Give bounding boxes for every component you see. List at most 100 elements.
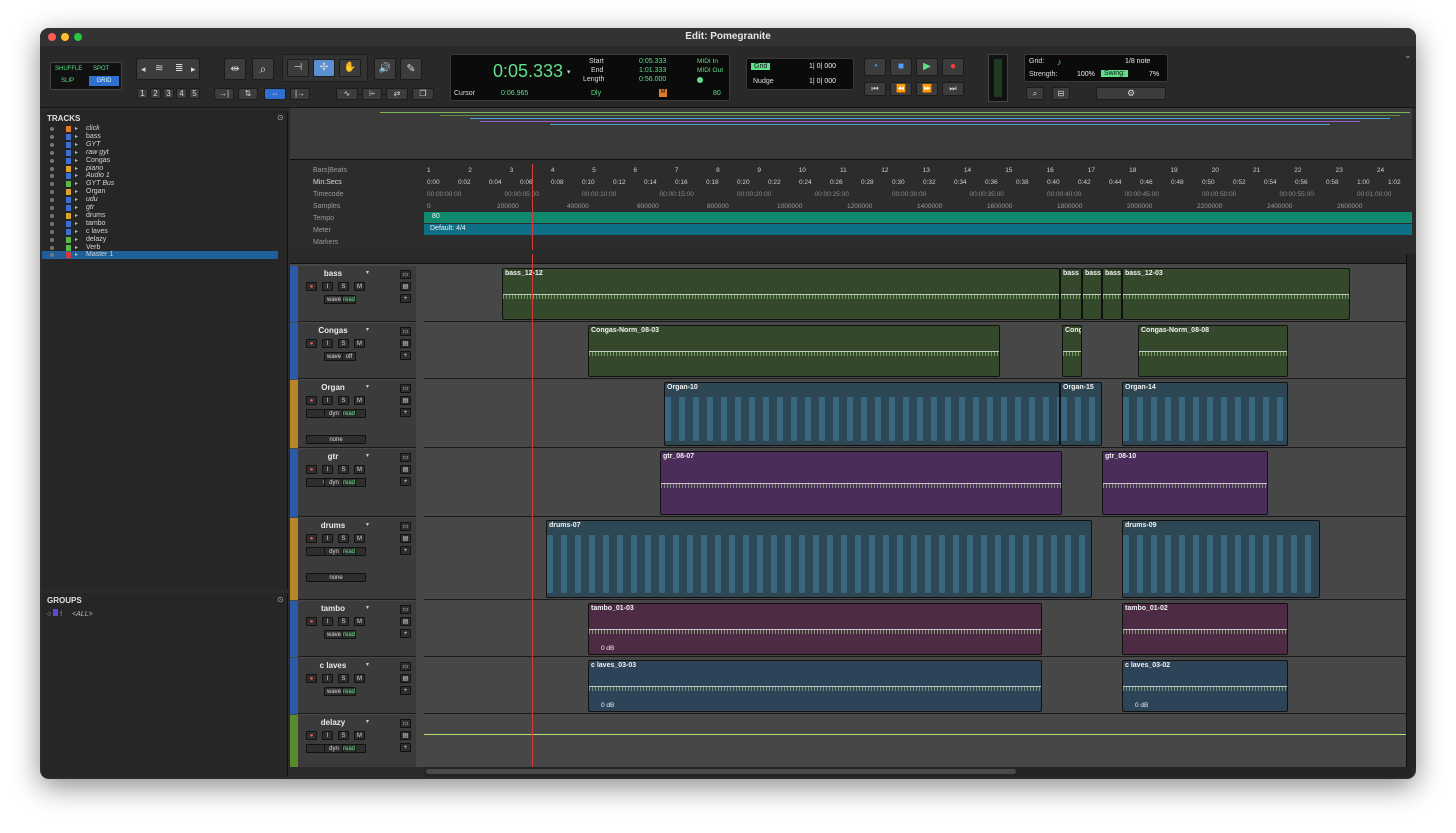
- keyboard-focus-button[interactable]: ∿: [336, 88, 358, 100]
- input-monitor-button[interactable]: I: [322, 339, 333, 348]
- visibility-dot-icon[interactable]: [50, 127, 54, 131]
- track-options-chevron-icon[interactable]: ▾: [366, 718, 369, 725]
- clip[interactable]: tambo_01-02: [1122, 603, 1288, 655]
- clip[interactable]: bass: [1060, 268, 1082, 320]
- tracks-list-item[interactable]: ▸ GYT Bus: [42, 180, 278, 188]
- track-name[interactable]: gtr: [308, 452, 358, 461]
- clip[interactable]: tambo_01-03 0 dB: [588, 603, 1042, 655]
- visibility-dot-icon[interactable]: [50, 158, 54, 163]
- groups-panel-menu-icon[interactable]: ⊙: [277, 595, 284, 604]
- search-button[interactable]: ⌕: [1026, 87, 1044, 100]
- clip[interactable]: Organ-15: [1060, 382, 1102, 446]
- main-counter[interactable]: 0:05.333: [493, 61, 563, 82]
- tempo-value[interactable]: 80: [713, 90, 721, 97]
- track-read-button[interactable]: read: [342, 687, 356, 696]
- loop-button[interactable]: ◔: [864, 58, 886, 76]
- tracks-list-item[interactable]: ▸ bass: [42, 133, 278, 141]
- grid-label[interactable]: Grid: [751, 63, 771, 70]
- horizontal-scroll-thumb[interactable]: [426, 769, 1016, 774]
- rewind-button[interactable]: ⏪: [890, 82, 912, 96]
- track-name[interactable]: delazy: [308, 718, 358, 727]
- zoom-preset-3[interactable]: 3: [163, 88, 174, 99]
- quantize-button[interactable]: ⊟: [1052, 87, 1070, 100]
- clip[interactable]: bass: [1102, 268, 1122, 320]
- record-enable-button[interactable]: ●: [306, 465, 317, 474]
- visibility-dot-icon[interactable]: [50, 213, 54, 218]
- input-monitor-button[interactable]: I: [322, 465, 333, 474]
- track-read-button[interactable]: read: [342, 478, 356, 487]
- visibility-dot-icon[interactable]: [50, 221, 54, 226]
- window-config-button[interactable]: ❐: [412, 88, 434, 100]
- track-options-chevron-icon[interactable]: ▾: [366, 326, 369, 333]
- zoom-button[interactable]: [74, 33, 82, 41]
- zoom-controls[interactable]: ◂ ≋ ≣ ▸: [136, 58, 200, 80]
- scrubber-tool[interactable]: 🔊: [374, 58, 396, 80]
- track-lane[interactable]: c laves_03-03 0 dB c laves_03-02 0 dB: [424, 658, 1412, 714]
- track-view-toggle[interactable]: ▭: [400, 270, 411, 279]
- tracks-list-item[interactable]: ▸ piano: [42, 165, 278, 173]
- counter-format-chevron-icon[interactable]: ▾: [567, 68, 571, 76]
- track-read-button[interactable]: read: [342, 295, 356, 304]
- tracks-list-item[interactable]: ▸ drums: [42, 212, 278, 220]
- mute-button[interactable]: M: [354, 339, 365, 348]
- zoom-in-icon[interactable]: ▸: [191, 64, 196, 75]
- mute-button[interactable]: M: [354, 674, 365, 683]
- link-timeline-button[interactable]: ⇔: [264, 88, 286, 100]
- clip[interactable]: Cong: [1062, 325, 1082, 377]
- nudge-value[interactable]: 1| 0| 000: [809, 78, 836, 85]
- clip[interactable]: c laves_03-03 0 dB: [588, 660, 1042, 712]
- visibility-dot-icon[interactable]: [50, 237, 54, 242]
- zoomer-tool[interactable]: ⇹: [224, 58, 246, 80]
- solo-button[interactable]: S: [338, 534, 349, 543]
- tracks-list-item[interactable]: ▸ Organ: [42, 188, 278, 196]
- tracks-list-item[interactable]: ▸ raw gyt: [42, 149, 278, 157]
- input-monitor-button[interactable]: I: [322, 731, 333, 740]
- clip[interactable]: Organ-10: [664, 382, 1060, 446]
- solo-button[interactable]: S: [338, 339, 349, 348]
- track-playlist-button[interactable]: ▤: [400, 465, 411, 474]
- add-lane-button[interactable]: +: [400, 629, 411, 638]
- clip[interactable]: Organ-14: [1122, 382, 1288, 446]
- tracks-list-item[interactable]: ▸ tambo: [42, 220, 278, 228]
- visibility-dot-icon[interactable]: [50, 206, 54, 210]
- zoom-preset-4[interactable]: 4: [176, 88, 187, 99]
- visibility-dot-icon[interactable]: [50, 134, 54, 139]
- track-playlist-button[interactable]: ▤: [400, 339, 411, 348]
- clip-gain[interactable]: 0 dB: [601, 702, 614, 709]
- track-name[interactable]: bass: [308, 269, 358, 278]
- track-name[interactable]: drums: [308, 521, 358, 530]
- tracks-list-item[interactable]: ▸ Congas: [42, 157, 278, 165]
- solo-button[interactable]: S: [338, 674, 349, 683]
- track-options-chevron-icon[interactable]: ▾: [366, 604, 369, 611]
- add-lane-button[interactable]: +: [400, 686, 411, 695]
- selector-tool[interactable]: ✣: [313, 59, 335, 77]
- shuffle-button[interactable]: SHUFFLE: [55, 66, 82, 72]
- track-playlist-button[interactable]: ▤: [400, 282, 411, 291]
- track-playlist-button[interactable]: ▤: [400, 674, 411, 683]
- waveform-zoom-icon[interactable]: ≋: [155, 63, 163, 74]
- spot-button[interactable]: SPOT: [93, 66, 109, 72]
- add-lane-button[interactable]: +: [400, 743, 411, 752]
- midi-in-indicator[interactable]: MIDI In: [697, 58, 718, 65]
- add-lane-button[interactable]: +: [400, 351, 411, 360]
- input-monitor-button[interactable]: I: [322, 534, 333, 543]
- track-options-chevron-icon[interactable]: ▾: [366, 383, 369, 390]
- track-read-button[interactable]: read: [342, 409, 356, 418]
- go-to-end-button[interactable]: ⏭: [942, 82, 964, 96]
- tracks-panel-menu-icon[interactable]: ⊙: [277, 113, 284, 122]
- track-read-button[interactable]: read: [342, 744, 356, 753]
- track-wave-button[interactable]: wave: [324, 630, 344, 639]
- track-wave-button[interactable]: wave: [324, 687, 344, 696]
- mute-button[interactable]: M: [354, 731, 365, 740]
- input-monitor-button[interactable]: I: [322, 674, 333, 683]
- ruler-label-samples[interactable]: Samples: [313, 203, 340, 210]
- conductor-icon[interactable]: M: [659, 89, 667, 97]
- clip[interactable]: bass_12-03: [1122, 268, 1350, 320]
- add-lane-button[interactable]: +: [400, 477, 411, 486]
- tracks-list-item[interactable]: ▸ delazy: [42, 236, 278, 244]
- visibility-dot-icon[interactable]: [50, 174, 54, 179]
- universe-overview[interactable]: [290, 108, 1412, 160]
- length-value[interactable]: 0:56.000: [639, 76, 666, 83]
- clip[interactable]: Congas-Norm_08-03: [588, 325, 1000, 377]
- mute-button[interactable]: M: [354, 617, 365, 626]
